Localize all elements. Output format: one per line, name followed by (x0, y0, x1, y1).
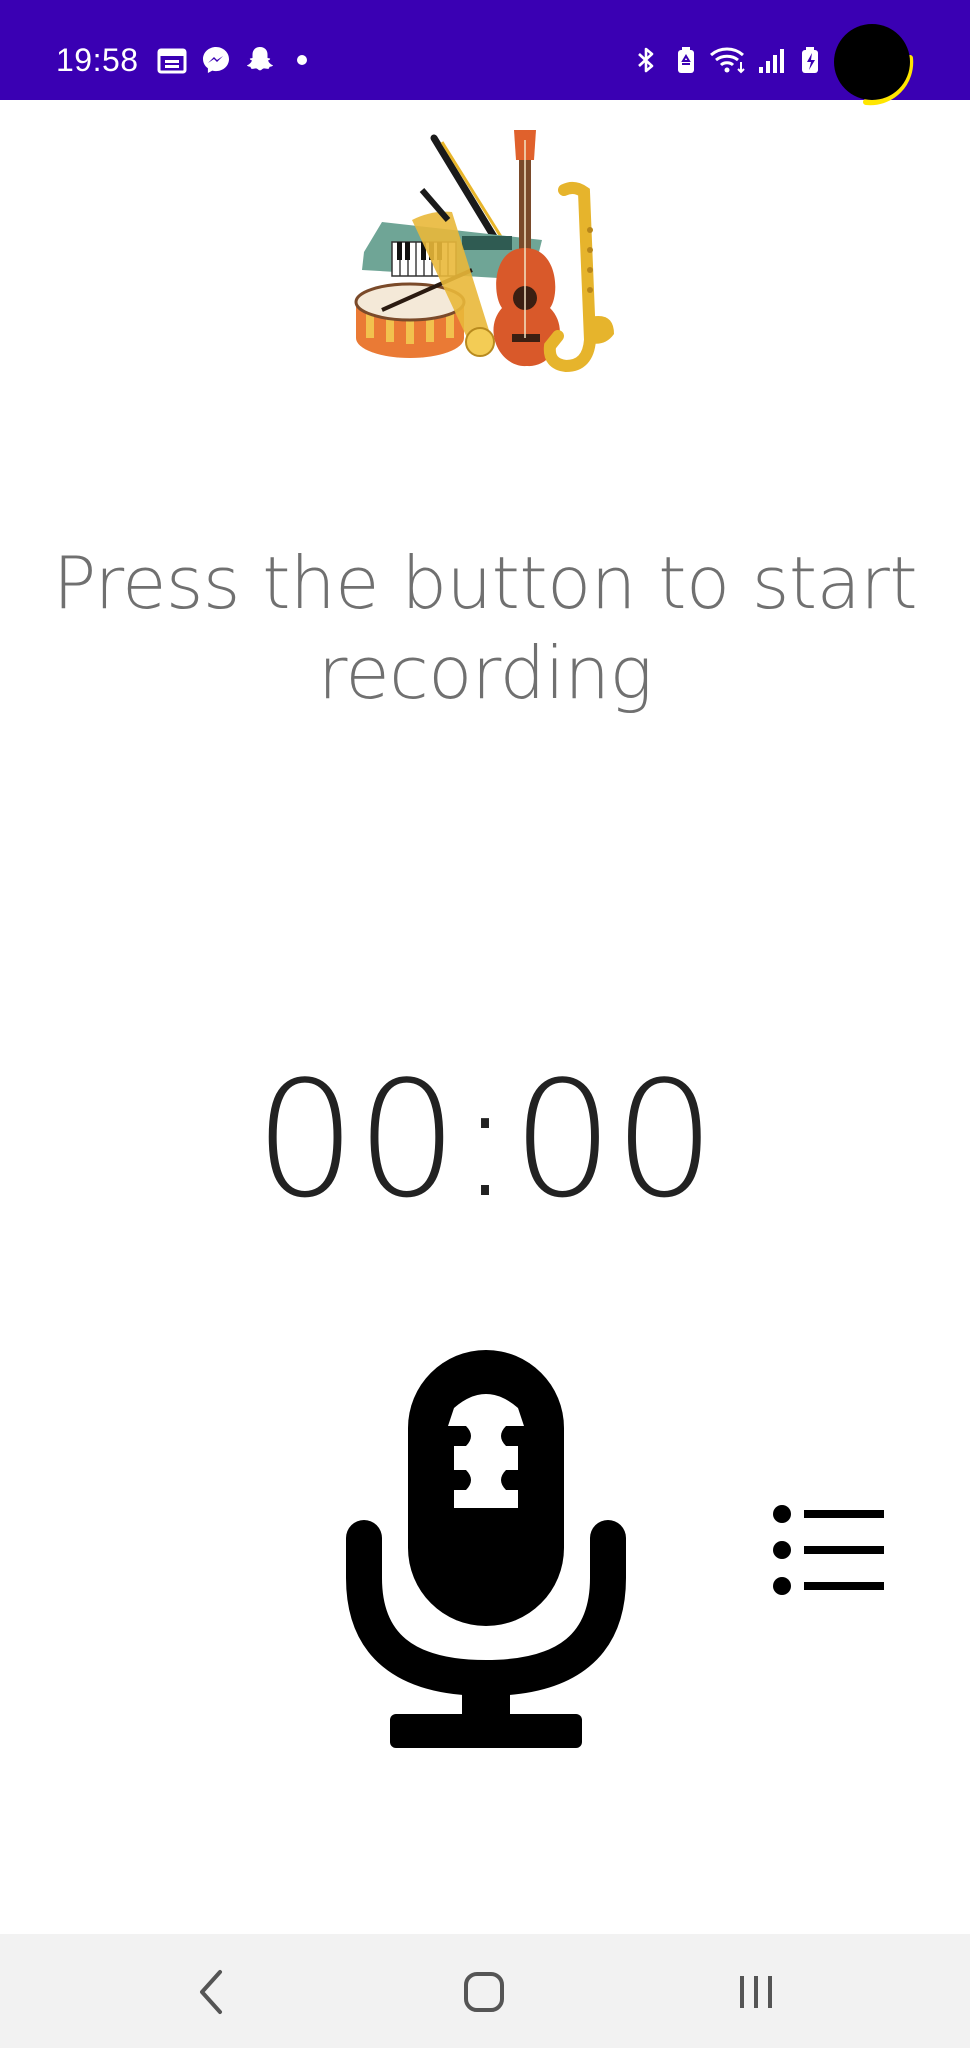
bluetooth-icon (630, 44, 662, 76)
notification-dot-icon (296, 54, 308, 66)
musical-instruments-logo (352, 130, 622, 380)
home-button[interactable] (452, 1960, 516, 2024)
battery-charging-icon (794, 44, 826, 76)
record-button[interactable] (346, 1348, 626, 1748)
snapchat-icon (244, 44, 276, 76)
microphone-icon (346, 1350, 626, 1748)
messenger-icon (200, 44, 232, 76)
status-bar: 19:58 (0, 0, 970, 106)
calendar-icon (156, 44, 188, 76)
navigation-bar (0, 1934, 970, 2048)
list-icon (773, 1505, 884, 1595)
recent-apps-icon (740, 1976, 772, 2008)
recording-timer: 00:00 (254, 1046, 716, 1233)
recent-apps-button[interactable] (724, 1960, 788, 2024)
signal-icon (756, 44, 788, 76)
back-button[interactable] (180, 1960, 244, 2024)
instruction-text: Press the button to start recording (52, 541, 918, 715)
front-camera (834, 24, 910, 100)
wifi-icon (708, 44, 748, 76)
home-icon (464, 1972, 504, 2012)
status-time: 19:58 (56, 42, 139, 78)
battery-saver-icon (670, 44, 702, 76)
recordings-list-button[interactable] (772, 1504, 886, 1596)
recorder-screen: 19:58 Press the button to start recordin… (0, 0, 970, 2048)
back-icon (200, 1970, 222, 2014)
